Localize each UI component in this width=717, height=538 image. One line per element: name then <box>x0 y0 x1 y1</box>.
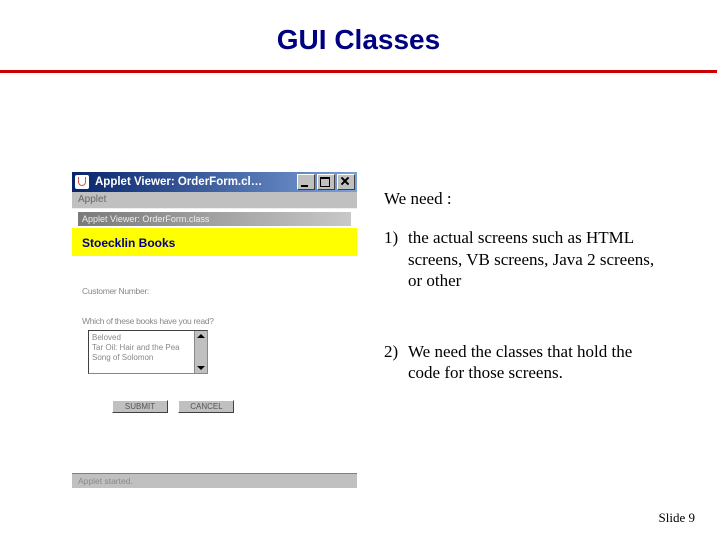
scrollbar[interactable] <box>194 331 207 373</box>
slide-title: GUI Classes <box>0 0 717 56</box>
cancel-button[interactable]: CANCEL <box>178 400 234 413</box>
brand-banner: Stoecklin Books <box>72 228 357 256</box>
minimize-button[interactable] <box>297 174 315 190</box>
slide-number: Slide 9 <box>659 510 695 526</box>
customer-number-label: Customer Number: <box>82 286 149 296</box>
list-number: 2) <box>384 341 408 384</box>
list-body: the actual screens such as HTML screens,… <box>408 227 664 291</box>
maximize-button[interactable] <box>317 174 335 190</box>
lead-text: We need : <box>384 188 664 209</box>
applet-body: Customer Number: Which of these books ha… <box>72 256 357 474</box>
title-underline <box>0 70 717 73</box>
list-option[interactable]: Song of Solomon <box>92 353 204 363</box>
status-bar: Applet started. <box>72 473 357 488</box>
window-title: Applet Viewer: OrderForm.cl… <box>95 176 295 188</box>
submit-button[interactable]: SUBMIT <box>112 400 168 413</box>
body-text: We need : 1) the actual screens such as … <box>384 188 664 434</box>
slide: GUI Classes We need : 1) the actual scre… <box>0 0 717 538</box>
list-item: 1) the actual screens such as HTML scree… <box>384 227 664 291</box>
list-item: 2) We need the classes that hold the cod… <box>384 341 664 384</box>
java-icon <box>75 175 89 189</box>
list-option[interactable]: Tar Oil: Hair and the Pea <box>92 343 204 353</box>
book-listbox[interactable]: Beloved Tar Oil: Hair and the Pea Song o… <box>88 330 208 374</box>
list-option[interactable]: Beloved <box>92 333 204 343</box>
list-body: We need the classes that hold the code f… <box>408 341 664 384</box>
menu-bar[interactable]: Applet <box>72 192 357 209</box>
window-titlebar[interactable]: Applet Viewer: OrderForm.cl… <box>72 172 357 192</box>
book-list-label: Which of these books have you read? <box>82 316 214 326</box>
menu-applet[interactable]: Applet <box>78 194 106 205</box>
close-button[interactable] <box>337 174 355 190</box>
button-row: SUBMIT CANCEL <box>112 396 240 414</box>
inner-titlebar: Applet Viewer: OrderForm.class <box>78 212 351 226</box>
window-buttons <box>295 174 355 190</box>
applet-window: Applet Viewer: OrderForm.cl… Applet Appl… <box>72 172 357 488</box>
list-number: 1) <box>384 227 408 291</box>
